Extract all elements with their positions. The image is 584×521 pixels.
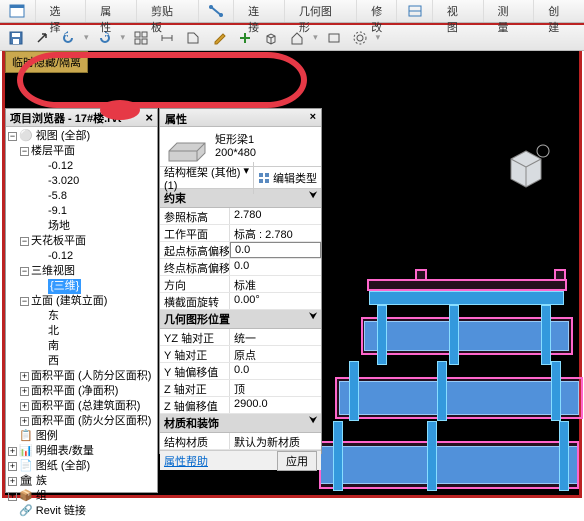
tree-level[interactable]: -0.12: [8, 249, 155, 264]
tree-area3[interactable]: 面积平面 (总建筑面积): [31, 400, 140, 412]
temp-hide-isolate-badge[interactable]: 临时隐藏/隔离: [5, 51, 88, 73]
tree-elev[interactable]: 立面 (建筑立面): [31, 295, 107, 307]
edit-type-button[interactable]: 编辑类型: [254, 168, 321, 188]
tree-area1[interactable]: 面积平面 (人防分区面积): [31, 370, 151, 382]
tree-level[interactable]: -5.8: [8, 189, 155, 204]
tree-level[interactable]: -9.1: [8, 204, 155, 219]
tree-ceiling[interactable]: 天花板平面: [31, 235, 86, 247]
ribbon-tab-props[interactable]: 属性: [86, 0, 137, 22]
tree-elev-item[interactable]: 西: [8, 354, 155, 369]
lbl-yoff: Y 轴偏移值: [160, 363, 230, 379]
model-geometry: [319, 261, 579, 521]
browser-tree[interactable]: −⚪ 视图 (全部) −楼层平面 -0.12 -3.020 -5.8 -9.1 …: [6, 127, 157, 521]
tree-grp[interactable]: 组: [36, 490, 47, 502]
ribbon-tab-geom[interactable]: 几何图形: [285, 0, 357, 22]
val-start-offset[interactable]: 0.0: [230, 242, 321, 258]
ribbon-tab-clip[interactable]: 剪贴板: [137, 0, 199, 22]
ribbon-tab-select[interactable]: 选择: [36, 0, 87, 22]
properties-help-link[interactable]: 属性帮助: [164, 453, 208, 469]
tree-3d[interactable]: 三维视图: [31, 265, 75, 277]
expand-icon: ⮟: [309, 415, 317, 431]
view-icon[interactable]: [324, 28, 344, 48]
save-icon[interactable]: [6, 28, 26, 48]
ribbon-tab-create[interactable]: 创建: [534, 0, 584, 22]
nav-cube[interactable]: [501, 141, 551, 191]
val-end-offset[interactable]: 0.0: [230, 259, 321, 275]
lbl-orient: 方向: [160, 276, 230, 292]
ribbon-tab-measure[interactable]: 测量: [484, 0, 535, 22]
lbl-zoff: Z 轴偏移值: [160, 397, 230, 413]
ribbon-tab-connect[interactable]: 连接: [234, 0, 285, 22]
properties-palette: 属性 × 矩形梁1 200*480 结构框架 (其他) (1)▾ 编辑类型 约束…: [159, 108, 322, 454]
close-icon[interactable]: ×: [310, 111, 316, 124]
grid-icon[interactable]: [131, 28, 151, 48]
tree-3d-selected[interactable]: {三维}: [48, 279, 81, 294]
tree-elev-item[interactable]: 北: [8, 324, 155, 339]
group-material[interactable]: 材质和装饰⮟: [160, 414, 321, 433]
tree-sched[interactable]: 明细表/数量: [36, 445, 94, 457]
lbl-end-offset: 终点标高偏移: [160, 259, 230, 275]
properties-header[interactable]: 属性 ×: [160, 109, 321, 127]
tree-fam[interactable]: 族: [36, 475, 47, 487]
val-yoff[interactable]: 0.0: [230, 363, 321, 379]
expand-icon: ⮟: [309, 190, 317, 206]
val-material[interactable]: 默认为新材质: [230, 433, 321, 449]
tree-area4[interactable]: 面积平面 (防火分区面积): [31, 415, 151, 427]
ribbon-tab-view[interactable]: 视图: [433, 0, 484, 22]
tree-level[interactable]: -0.12: [8, 159, 155, 174]
val-workplane[interactable]: 标高 : 2.780: [230, 225, 321, 241]
val-yz[interactable]: 统一: [230, 329, 321, 345]
instance-selector[interactable]: 结构框架 (其他) (1)▾: [160, 162, 254, 194]
lbl-yz: YZ 轴对正: [160, 329, 230, 345]
ribbon-tab-modify[interactable]: 修改: [357, 0, 397, 22]
tag-icon[interactable]: [183, 28, 203, 48]
tree-area2[interactable]: 面积平面 (净面积): [31, 385, 118, 397]
tree-elev-item[interactable]: 南: [8, 339, 155, 354]
project-browser-title: 项目浏览器 - 17#楼.rvt: [10, 110, 121, 126]
lbl-start-offset: 起点标高偏移: [160, 242, 230, 258]
gear-icon[interactable]: [350, 28, 370, 48]
edit-type-icon: [258, 172, 270, 184]
tree-sheets[interactable]: 图纸 (全部): [36, 460, 90, 472]
lbl-workplane: 工作平面: [160, 225, 230, 241]
val-ref-level[interactable]: 2.780: [230, 208, 321, 224]
ribbon: 选择 属性 剪贴板 连接 几何图形 修改 视图 测量 创建: [0, 0, 584, 23]
close-icon[interactable]: ×: [145, 110, 153, 125]
lbl-ref-level: 参照标高: [160, 208, 230, 224]
family-name: 矩形梁1: [215, 134, 256, 147]
ribbon-icon-view[interactable]: [397, 0, 433, 22]
tree-level[interactable]: 场地: [8, 219, 155, 234]
project-browser: 项目浏览器 - 17#楼.rvt × −⚪ 视图 (全部) −楼层平面 -0.1…: [5, 108, 158, 493]
beam-thumbnail-icon: [165, 131, 209, 163]
lbl-rotation: 横截面旋转: [160, 293, 230, 309]
tree-floorplan[interactable]: 楼层平面: [31, 145, 75, 157]
lbl-z: Z 轴对正: [160, 380, 230, 396]
family-size: 200*480: [215, 147, 256, 160]
val-rotation[interactable]: 0.00°: [230, 293, 321, 309]
tree-legend[interactable]: 图例: [36, 430, 58, 442]
val-y[interactable]: 原点: [230, 346, 321, 362]
lbl-material: 结构材质: [160, 433, 230, 449]
properties-title: 属性: [165, 111, 187, 124]
val-z[interactable]: 顶: [230, 380, 321, 396]
ribbon-icon-connect[interactable]: [199, 0, 235, 22]
chevron-down-icon: ▾: [243, 164, 249, 192]
pen-icon[interactable]: [209, 28, 229, 48]
val-zoff[interactable]: 2900.0: [230, 397, 321, 413]
cube-icon[interactable]: [261, 28, 281, 48]
expand-icon: ⮟: [309, 311, 317, 327]
val-orient[interactable]: 标准: [230, 276, 321, 292]
project-browser-header[interactable]: 项目浏览器 - 17#楼.rvt ×: [6, 109, 157, 127]
tree-elev-item[interactable]: 东: [8, 309, 155, 324]
quick-access-toolbar: ▾ ▾ ▾ ▾: [0, 23, 584, 51]
group-geom[interactable]: 几何图形位置⮟: [160, 310, 321, 329]
tree-links[interactable]: Revit 链接: [36, 505, 86, 517]
lbl-y: Y 轴对正: [160, 346, 230, 362]
undo-icon[interactable]: [58, 28, 78, 48]
tree-views-root[interactable]: 视图 (全部): [36, 130, 90, 142]
tree-level[interactable]: -3.020: [8, 174, 155, 189]
apply-button[interactable]: 应用: [277, 451, 317, 471]
panel-icon[interactable]: [0, 0, 36, 22]
